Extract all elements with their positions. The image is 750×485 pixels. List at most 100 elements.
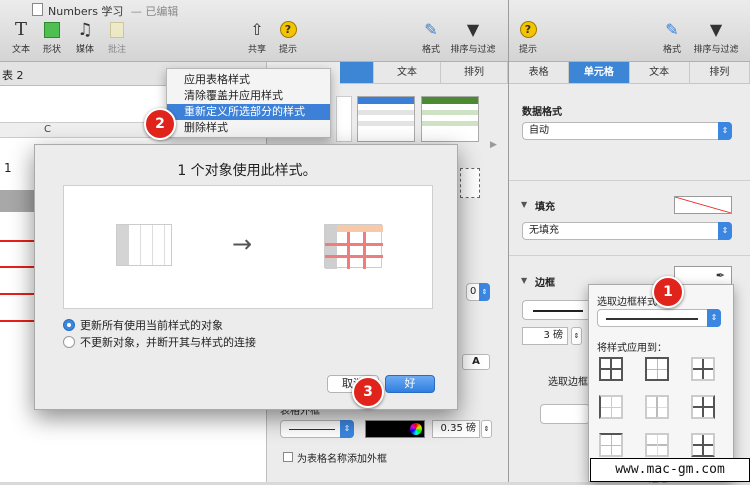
column-header-c[interactable]: C: [44, 124, 51, 135]
shape-button[interactable]: 形状: [40, 20, 64, 55]
radio-unselected-icon: [63, 336, 75, 348]
menu-item-apply-style[interactable]: 应用表格样式: [167, 72, 330, 88]
stroke-width-value: 0.35 磅: [440, 423, 476, 434]
center-vertical-border-icon[interactable]: [645, 395, 669, 419]
style-update-dialog: 1 个对象使用此样式。 → 更新所有使用当前样式的对象 不更新对象，并断开其与样…: [34, 144, 458, 410]
stroke-width-field[interactable]: 0.35 磅: [432, 420, 480, 438]
right-sort-filter-button[interactable]: ▼ 排序与过滤: [688, 20, 744, 55]
fill-disclosure-icon[interactable]: ▼: [521, 200, 527, 209]
border-line-select[interactable]: [522, 300, 592, 320]
media-icon: ♫: [77, 20, 93, 40]
right-tips-label: 提示: [518, 45, 537, 55]
center-horizontal-border-icon[interactable]: [645, 433, 669, 457]
stroke-width-stepper[interactable]: ⇕: [481, 420, 492, 438]
fill-label: 填充: [535, 202, 555, 213]
line-style-select[interactable]: ⇕: [280, 420, 354, 438]
table-style-thumb-blue[interactable]: [357, 96, 415, 142]
select-arrows-icon: ⇕: [718, 122, 732, 140]
table-style-thumb-green[interactable]: [421, 96, 479, 142]
text-button[interactable]: T 文本: [10, 19, 32, 56]
apply-to-label: 将样式应用到：: [597, 343, 667, 354]
stroke-color-well[interactable]: [365, 420, 425, 438]
tab-cell[interactable]: 单元格: [569, 62, 630, 83]
window-status: — 已编辑: [130, 5, 179, 18]
next-styles-arrow[interactable]: ▶: [490, 140, 497, 150]
right-tips-button[interactable]: ? 提示: [516, 20, 540, 55]
text-icon: T: [14, 19, 27, 40]
sheet-tab[interactable]: 表 2: [2, 67, 24, 83]
right-filter-icon: ▼: [709, 20, 723, 39]
left-format-tabs: 文本 排列: [340, 62, 508, 84]
title-outline-checkbox-label: 为表格名称添加外框: [297, 454, 387, 465]
brush-icon: ✎: [424, 20, 438, 39]
stepper-arrows-icon[interactable]: ⇕: [479, 283, 490, 301]
size-stepper[interactable]: 0 ⇕: [466, 283, 490, 301]
share-button[interactable]: ⇧ 共享: [245, 20, 269, 55]
select-arrows-icon: ⇕: [718, 222, 732, 240]
border-width-value: 3 磅: [543, 330, 563, 341]
outer-border-icon[interactable]: [645, 357, 669, 381]
radio-update-all[interactable]: 更新所有使用当前样式的对象: [63, 317, 223, 333]
title-outline-checkbox[interactable]: [283, 452, 293, 462]
align-button[interactable]: A: [462, 354, 490, 370]
tab-arrange[interactable]: 排列: [690, 62, 750, 83]
tab-table[interactable]: 表格: [509, 62, 570, 83]
document-icon: [32, 3, 43, 16]
border-grid-preview[interactable]: [460, 168, 480, 198]
fill-color-well[interactable]: [674, 196, 732, 214]
radio-disconnect[interactable]: 不更新对象，并断开其与样式的连接: [63, 334, 256, 350]
inner-borders-icon[interactable]: [691, 357, 715, 381]
color-wheel-icon[interactable]: [410, 423, 422, 435]
context-menu: 应用表格样式 清除覆盖并应用样式 重新定义所选部分的样式 删除样式: [166, 68, 331, 138]
right-brush-icon: ✎: [665, 20, 679, 39]
data-format-value: 自动: [529, 125, 549, 136]
left-tab-arrange[interactable]: 排列: [441, 62, 508, 83]
size-stepper-value: 0: [470, 286, 477, 297]
right-border-icon[interactable]: [691, 395, 715, 419]
table-style-thumb[interactable]: [336, 96, 352, 142]
fill-select[interactable]: 无填充 ⇕: [522, 222, 732, 240]
radio-selected-icon: [63, 319, 75, 331]
shape-icon: [44, 22, 60, 38]
window-title: Numbers 学习 — 已编辑: [48, 3, 178, 19]
comment-icon: [110, 22, 124, 38]
border-label: 边框: [535, 278, 555, 289]
radio-update-all-label: 更新所有使用当前样式的对象: [80, 319, 223, 332]
watermark-text: www.mac-gm.com: [615, 462, 725, 477]
format-button[interactable]: ✎ 格式: [419, 20, 443, 55]
bottom-border-icon[interactable]: [691, 433, 715, 457]
eyedropper-icon: ✒: [715, 269, 725, 282]
comment-button-label: 批注: [107, 45, 126, 55]
border-width-stepper[interactable]: ⇕: [571, 327, 582, 345]
menu-item-redefine-style[interactable]: 重新定义所选部分的样式: [167, 104, 330, 120]
border-select-label: 选取边框: [548, 377, 588, 388]
shape-button-label: 形状: [42, 45, 61, 55]
left-tab-text[interactable]: 文本: [374, 62, 441, 83]
top-border-icon[interactable]: [599, 433, 623, 457]
tips-button[interactable]: ? 提示: [276, 20, 300, 55]
menu-item-delete-style[interactable]: 删除样式: [167, 120, 330, 136]
border-field[interactable]: [540, 404, 590, 424]
menu-item-clear-apply[interactable]: 清除覆盖并应用样式: [167, 88, 330, 104]
border-style-select[interactable]: ⇕: [597, 309, 721, 327]
data-format-select[interactable]: 自动 ⇕: [522, 122, 732, 140]
right-sort-filter-label: 排序与过滤: [693, 45, 739, 55]
ok-button[interactable]: 好: [385, 375, 435, 393]
radio-disconnect-label: 不更新对象，并断开其与样式的连接: [80, 336, 256, 349]
sort-filter-button[interactable]: ▼ 排序与过滤: [445, 20, 501, 55]
right-format-label: 格式: [662, 45, 681, 55]
step-badge-1: 1: [652, 276, 684, 308]
sort-filter-button-label: 排序与过滤: [450, 45, 496, 55]
left-tab-selected[interactable]: [340, 62, 374, 83]
border-disclosure-icon[interactable]: ▼: [521, 276, 527, 285]
step-badge-3: 3: [352, 376, 384, 408]
media-button[interactable]: ♫ 媒体: [73, 20, 97, 55]
border-width-field[interactable]: 3 磅: [522, 327, 568, 345]
tab-text[interactable]: 文本: [630, 62, 690, 83]
comment-button[interactable]: 批注: [105, 20, 129, 55]
right-format-button[interactable]: ✎ 格式: [660, 20, 684, 55]
cell-value: 1: [4, 161, 12, 175]
step-badge-2: 2: [144, 108, 176, 140]
all-borders-icon[interactable]: [599, 357, 623, 381]
left-border-icon[interactable]: [599, 395, 623, 419]
